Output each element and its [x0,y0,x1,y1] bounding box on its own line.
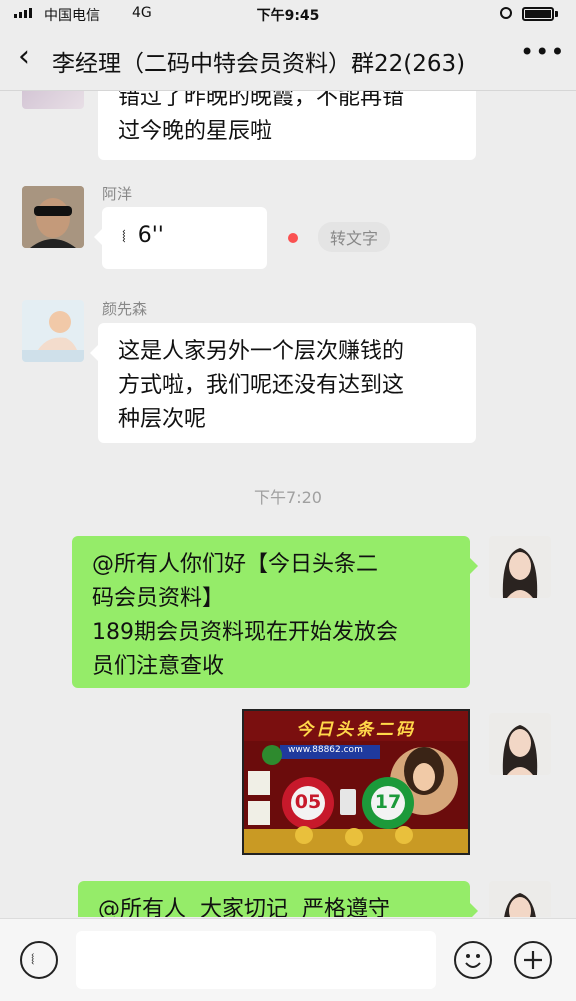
message-bubble[interactable]: 错过了昨晚的晚霞，不能再错 过今晚的星辰啦 [98,91,476,160]
message-text-line: 过今晚的星辰啦 [118,119,273,144]
battery-icon [522,7,554,21]
status-bar: 中国电信 4G 下午9:45 [0,0,576,28]
message-text-line: @所有人你们好【今日头条二 [92,552,379,577]
own-message-bubble[interactable]: @所有人 大家切记 严格遵守 [78,881,478,917]
message-text-line: 错过了昨晚的晚霞，不能再错 [118,91,405,110]
timestamp: 下午7:20 [254,488,322,507]
plus-icon [524,951,542,969]
message-text-line: 码会员资料】 [92,586,225,611]
avatar[interactable] [22,91,84,109]
sender-name: 颜先森 [102,300,148,318]
banner-url: www.88862.com [288,745,363,755]
own-message-bubble[interactable]: @所有人你们好【今日头条二 码会员资料】 189期会员资料现在开始发放会 员们注… [72,536,478,688]
voice-duration: 6'' [137,223,164,248]
avatar[interactable] [22,186,84,248]
message-text-line: 方式啦，我们呢还没有达到这 [118,373,405,398]
message-text-line: 员们注意查收 [92,654,225,679]
voice-wave-icon: ⧙ [122,226,126,247]
self-avatar[interactable] [489,713,551,775]
plus-button[interactable] [514,941,552,979]
rotation-lock-icon [500,7,512,19]
chat-scroll-area[interactable]: 错过了昨晚的晚霞，不能再错 过今晚的星辰啦 阿洋 ⧙ 6'' 转文字 颜先森 这是… [0,91,576,917]
input-bar: ⧙ [0,918,576,1001]
sender-name: 阿洋 [102,185,133,203]
more-options-icon[interactable]: ••• [520,38,565,66]
image-message[interactable]: 今日头条二码 www.88862.com 05 17 [242,709,470,855]
smiley-icon [465,954,481,968]
back-arrow-icon[interactable]: ‹ [18,42,30,72]
avatar[interactable] [22,300,84,362]
battery-tip [555,11,558,17]
unread-dot [288,233,298,243]
self-avatar[interactable] [489,536,551,598]
self-avatar[interactable] [489,881,551,917]
voice-input-button[interactable]: ⧙ [20,941,58,979]
transcribe-button[interactable]: 转文字 [318,222,391,252]
message-text-line: 189期会员资料现在开始发放会 [92,620,398,645]
chat-header: ‹ 李经理（二码中特会员资料）群22(263) ••• [0,28,576,91]
voice-message-bubble[interactable]: ⧙ 6'' [94,207,267,269]
clock: 下午9:45 [256,8,320,24]
message-text-line: @所有人 大家切记 严格遵守 [98,897,390,917]
voice-icon: ⧙ [31,949,35,968]
message-input[interactable] [76,931,436,989]
message-bubble[interactable]: 这是人家另外一个层次赚钱的 方式啦，我们呢还没有达到这 种层次呢 [90,323,476,443]
banner-title: 今日头条二码 [296,720,416,740]
banner-number-1: 05 [294,791,322,813]
emoji-button[interactable] [454,941,492,979]
message-text-line: 种层次呢 [118,407,207,432]
message-text-line: 这是人家另外一个层次赚钱的 [118,339,405,364]
chat-title: 李经理（二码中特会员资料）群22(263) [52,51,466,77]
banner-number-2: 17 [374,791,402,813]
